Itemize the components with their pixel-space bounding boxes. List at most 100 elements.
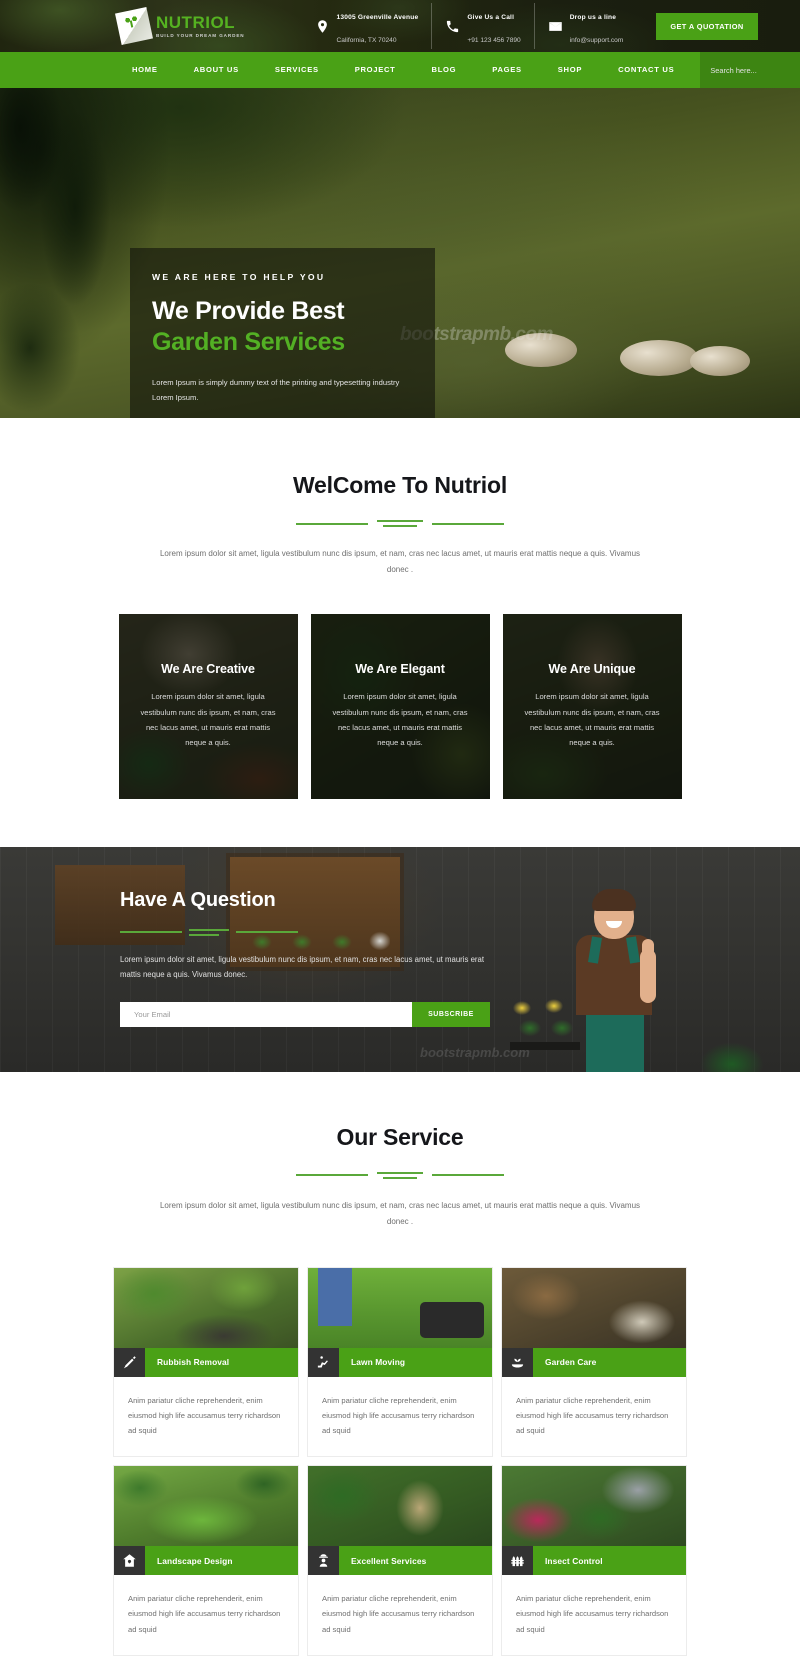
newsletter-divider [120, 928, 800, 936]
services-grid: Rubbish Removal Anim pariatur cliche rep… [0, 1266, 800, 1656]
contact-email[interactable]: Drop us a line info@support.com [533, 2, 637, 50]
hero-banner: bootstrapmb.com WE ARE HERE TO HELP YOU … [0, 88, 800, 418]
search-box[interactable] [700, 52, 800, 88]
contact-address[interactable]: 13005 Greenville Avenue California, TX 7… [302, 3, 432, 49]
phone-icon [445, 18, 460, 35]
house-plant-icon [114, 1546, 145, 1576]
welcome-paragraph: Lorem ipsum dolor sit amet, ligula vesti… [159, 549, 641, 575]
site-logo[interactable]: NUTRIOL BUILD YOUR DREAM GARDEN [115, 7, 245, 45]
welcome-title: WelCome To Nutriol [292, 472, 508, 498]
contact-address-line1: 13005 Greenville Avenue [336, 13, 419, 21]
nav-item-contact-us[interactable]: CONTACT US [600, 52, 692, 88]
contact-email-label: Drop us a line [569, 13, 617, 21]
service-card-image [502, 1267, 686, 1348]
nav-item-project[interactable]: PROJECT [337, 52, 414, 88]
service-card-excellent-services[interactable]: Excellent Services Anim pariatur cliche … [307, 1465, 493, 1656]
hero-content-card: WE ARE HERE TO HELP YOU We Provide Best … [130, 248, 435, 418]
services-section: Our Service Lorem ipsum dolor sit amet, … [0, 1072, 800, 1656]
hero-kicker: WE ARE HERE TO HELP YOU [152, 272, 326, 282]
feature-card-text: Lorem ipsum dolor sit amet, ligula vesti… [524, 692, 660, 747]
lawnmower-icon [308, 1347, 339, 1377]
service-card-insect-control[interactable]: Insect Control Anim pariatur cliche repr… [501, 1465, 687, 1656]
logo-tagline: BUILD YOUR DREAM GARDEN [156, 32, 245, 38]
services-title: Our Service [336, 1123, 464, 1150]
nav-item-services[interactable]: SERVICES [257, 52, 337, 88]
feature-card-creative[interactable]: We Are Creative Lorem ipsum dolor sit am… [118, 613, 298, 799]
newsletter-watermark: bootstrapmb.com [420, 1044, 530, 1060]
contact-phone-label: Give Us a Call [467, 13, 515, 21]
service-card-image [308, 1466, 492, 1547]
services-paragraph: Lorem ipsum dolor sit amet, ligula vesti… [159, 1200, 641, 1227]
service-card-title: Excellent Services [351, 1555, 427, 1566]
hero-title-line1: We Provide Best [152, 297, 345, 325]
top-bar: NUTRIOL BUILD YOUR DREAM GARDEN 13005 Gr… [0, 0, 800, 52]
feature-card-title: We Are Unique [548, 662, 636, 677]
hero-sheep-image [690, 346, 750, 376]
hand-plant-icon [502, 1347, 533, 1377]
subscribe-button[interactable]: SUBSCRIBE [412, 1001, 490, 1027]
divider-bar-right [432, 522, 504, 525]
feature-card-text: Lorem ipsum dolor sit amet, ligula vesti… [332, 692, 468, 747]
services-divider [0, 1171, 800, 1179]
service-card-title: Garden Care [545, 1357, 597, 1368]
welcome-section: WelCome To Nutriol Lorem ipsum dolor sit… [0, 418, 800, 799]
main-navigation: HOME ABOUT US SERVICES PROJECT BLOG PAGE… [0, 52, 800, 88]
nav-item-home[interactable]: HOME [118, 52, 176, 88]
hero-paragraph: Lorem Ipsum is simply dummy text of the … [152, 377, 400, 403]
leaf-logo-icon [115, 7, 153, 45]
service-card-title: Insect Control [545, 1555, 603, 1566]
service-card-rubbish-removal[interactable]: Rubbish Removal Anim pariatur cliche rep… [113, 1266, 299, 1458]
search-input[interactable] [710, 65, 800, 75]
feature-card-title: We Are Creative [161, 662, 255, 677]
service-card-text: Anim pariatur cliche reprehenderit, enim… [128, 1395, 281, 1435]
fence-icon [502, 1546, 533, 1576]
service-card-text: Anim pariatur cliche reprehenderit, enim… [516, 1395, 669, 1435]
contact-phone[interactable]: Give Us a Call +91 123 456 7890 [431, 2, 533, 50]
contact-phone-number: +91 123 456 7890 [467, 37, 521, 44]
nav-item-blog[interactable]: BLOG [414, 52, 475, 88]
service-card-text: Anim pariatur cliche reprehenderit, enim… [322, 1594, 475, 1634]
service-card-title: Lawn Moving [351, 1357, 406, 1368]
divider-bar-left [296, 522, 368, 525]
logo-name: NUTRIOL [156, 12, 236, 32]
service-card-text: Anim pariatur cliche reprehenderit, enim… [322, 1395, 475, 1435]
newsletter-title: Have A Question [120, 888, 276, 911]
gardener-icon [308, 1546, 339, 1576]
service-card-image [114, 1267, 298, 1348]
service-card-lawn-moving[interactable]: Lawn Moving Anim pariatur cliche reprehe… [307, 1266, 493, 1458]
divider-center [377, 520, 423, 527]
service-card-title: Rubbish Removal [157, 1357, 230, 1368]
service-card-garden-care[interactable]: Garden Care Anim pariatur cliche reprehe… [501, 1266, 687, 1458]
feature-card-unique[interactable]: We Are Unique Lorem ipsum dolor sit amet… [502, 613, 682, 799]
shovel-icon [114, 1347, 145, 1377]
service-card-text: Anim pariatur cliche reprehenderit, enim… [516, 1594, 669, 1634]
nav-item-pages[interactable]: PAGES [474, 52, 540, 88]
section-divider [0, 520, 800, 527]
service-card-text: Anim pariatur cliche reprehenderit, enim… [128, 1594, 281, 1634]
envelope-icon [548, 18, 563, 35]
hero-title: We Provide Best Garden Services [152, 296, 409, 359]
hero-title-line2: Garden Services [152, 328, 345, 357]
newsletter-paragraph: Lorem ipsum dolor sit amet, ligula vesti… [120, 954, 485, 980]
service-card-image [308, 1267, 492, 1348]
service-card-title: Landscape Design [157, 1555, 233, 1566]
email-input[interactable] [120, 1001, 412, 1027]
newsletter-section: bootstrapmb.com Have A Question Lorem ip… [0, 846, 800, 1072]
header-contacts: 13005 Greenville Avenue California, TX 7… [302, 2, 637, 50]
feature-card-elegant[interactable]: We Are Elegant Lorem ipsum dolor sit ame… [310, 613, 490, 799]
nav-item-shop[interactable]: SHOP [540, 52, 600, 88]
feature-cards: We Are Creative Lorem ipsum dolor sit am… [0, 613, 800, 799]
contact-email-address: info@support.com [569, 37, 624, 44]
hero-foliage [0, 88, 130, 418]
get-a-quotation-button[interactable]: GET A QUOTATION [656, 12, 758, 40]
newsletter-form: SUBSCRIBE [120, 1001, 490, 1027]
hero-sheep-image [620, 340, 698, 376]
contact-address-line2: California, TX 70240 [336, 37, 397, 44]
service-card-landscape-design[interactable]: Landscape Design Anim pariatur cliche re… [113, 1465, 299, 1656]
location-pin-icon [315, 18, 330, 35]
service-card-image [114, 1466, 298, 1547]
feature-card-title: We Are Elegant [355, 662, 445, 677]
feature-card-text: Lorem ipsum dolor sit amet, ligula vesti… [140, 692, 276, 747]
service-card-image [502, 1466, 686, 1547]
nav-item-about-us[interactable]: ABOUT US [176, 52, 257, 88]
